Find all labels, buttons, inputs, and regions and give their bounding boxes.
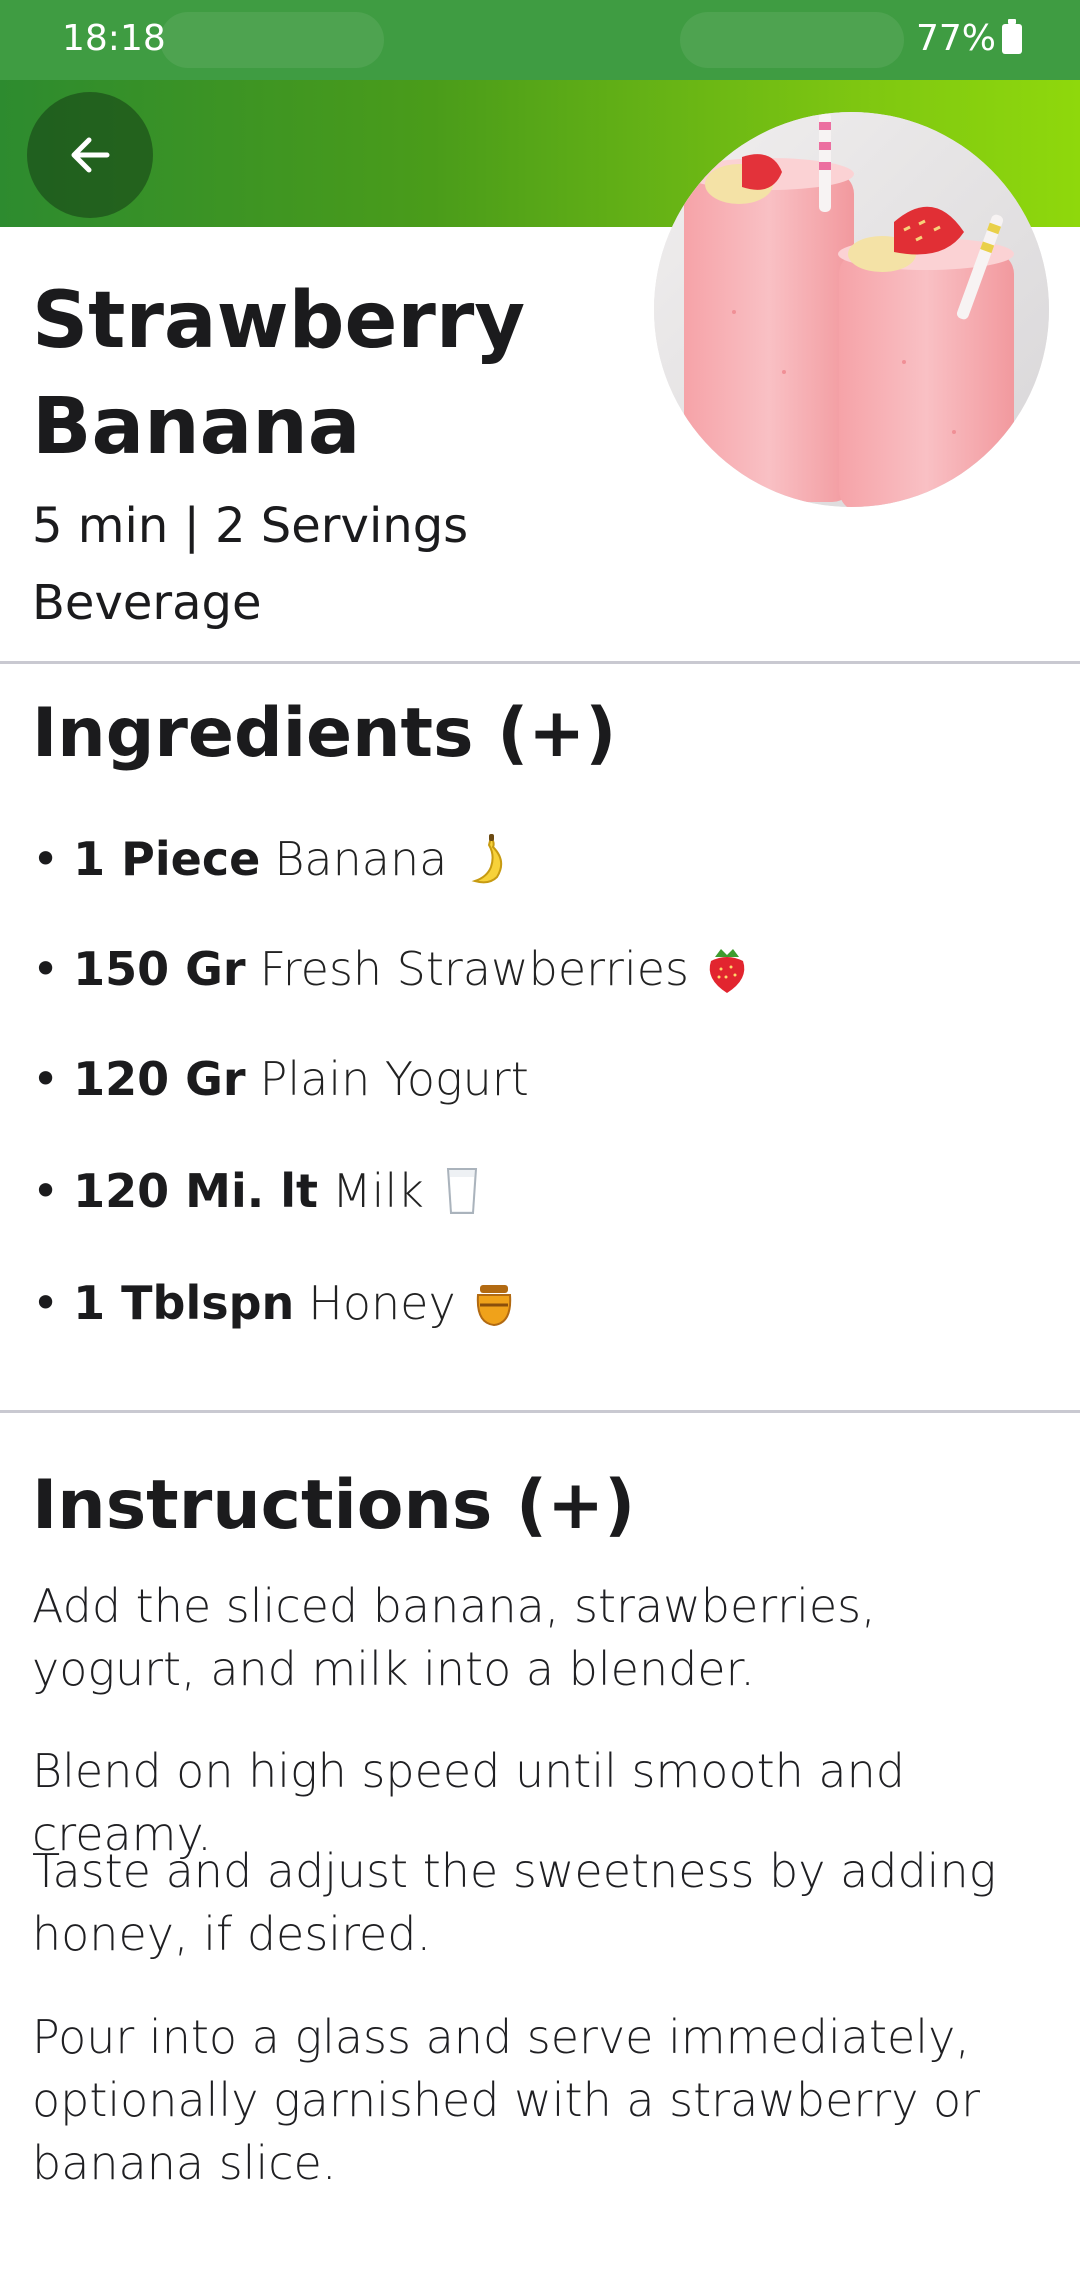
status-notch-right [680,12,904,68]
status-bar: 18:18 77% [0,0,1080,80]
milk-glass-icon [446,1168,477,1214]
recipe-image [654,112,1049,507]
instruction-step: Add the sliced banana, strawberries, yog… [32,1579,876,1696]
ingredient-item: • 120 Gr Plain Yogurt [32,1052,529,1106]
battery-indicator: 77% [916,18,1022,59]
instructions-title[interactable]: Instructions (+) [32,1466,635,1545]
recipe-category: Beverage [32,575,262,631]
recipe-meta: 5 min | 2 Servings [32,498,469,554]
honey-pot-icon [476,1285,511,1327]
bullet: • [32,1164,60,1218]
strawberry-icon [709,949,745,993]
ingredient-name: Banana [274,832,448,886]
ingredient-name: Milk [331,1164,424,1218]
recipe-title-line1: Strawberry [32,276,526,366]
ingredient-item: • 150 Gr Fresh Strawberries [32,942,749,996]
smoothie-illustration [654,112,1049,507]
instruction-step: Pour into a glass and serve immediately,… [32,2010,981,2190]
back-button[interactable] [27,92,153,218]
recipe-title-line2: Banana [32,382,361,472]
divider [0,661,1080,664]
ingredient-item: • 1 Tblspn Honey [32,1276,516,1330]
divider [0,1410,1080,1413]
ingredient-name: Plain Yogurt [259,1052,529,1106]
bullet: • [32,832,60,886]
ingredient-name: Fresh Strawberries [259,942,690,996]
battery-percentage: 77% [915,18,996,59]
recipe-title: Strawberry Banana [32,268,632,480]
status-time: 18:18 [62,18,166,59]
ingredient-item: • 120 Mi. lt Milk [32,1164,484,1218]
arrow-left-icon [71,137,110,173]
instruction-step: Taste and adjust the sweetness by adding… [32,1844,997,1961]
status-notch-left [160,12,384,68]
ingredient-quantity: 120 Gr [73,1052,246,1106]
ingredient-quantity: 150 Gr [73,942,246,996]
ingredient-quantity: 120 Mi. lt [73,1164,318,1218]
ingredients-title[interactable]: Ingredients (+) [32,694,616,773]
bullet: • [32,942,60,996]
ingredient-item: • 1 Piece Banana [32,832,507,886]
battery-icon [1002,18,1022,54]
bullet: • [32,1276,60,1330]
ingredient-quantity: 1 Piece [73,832,261,886]
bullet: • [32,1052,60,1106]
ingredient-name: Honey [308,1276,456,1330]
banana-icon [471,834,503,884]
ingredient-quantity: 1 Tblspn [73,1276,295,1330]
